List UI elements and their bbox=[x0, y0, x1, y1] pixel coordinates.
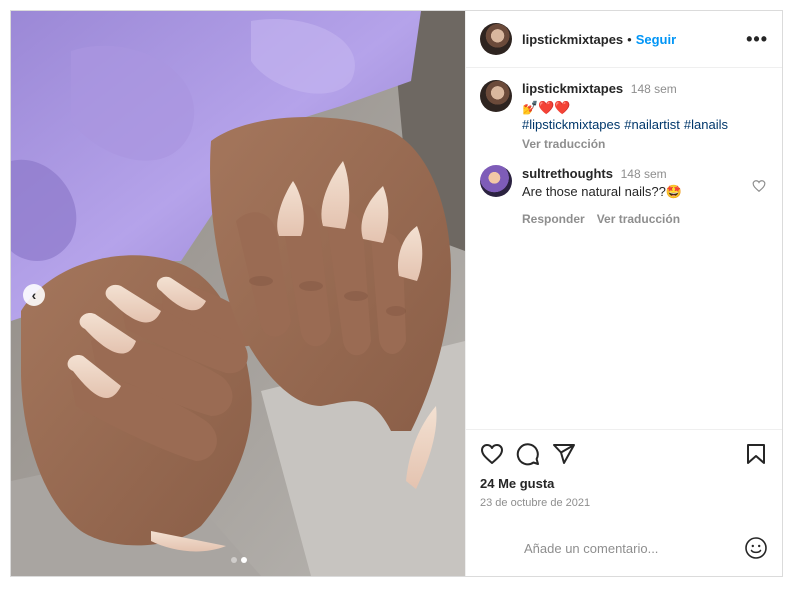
comment-icon[interactable] bbox=[516, 442, 540, 466]
caption-username[interactable]: lipstickmixtapes bbox=[522, 81, 623, 96]
smiley-icon[interactable] bbox=[744, 536, 768, 560]
instagram-post: ‹ lipstickmixtapes • Seguir ••• lipstick… bbox=[10, 10, 783, 577]
carousel-dot-active bbox=[241, 557, 247, 563]
caption-meta: Ver traducción bbox=[522, 137, 762, 151]
carousel-indicator bbox=[231, 557, 247, 563]
comment-meta: Responder Ver traducción bbox=[522, 212, 762, 226]
see-translation-button[interactable]: Ver traducción bbox=[597, 212, 680, 226]
avatar[interactable] bbox=[480, 23, 512, 55]
carousel-prev-button[interactable]: ‹ bbox=[23, 284, 45, 306]
avatar[interactable] bbox=[480, 80, 512, 112]
add-comment-input[interactable] bbox=[524, 540, 724, 556]
paper-plane-icon[interactable] bbox=[552, 442, 576, 466]
more-options-icon[interactable]: ••• bbox=[746, 29, 768, 50]
post-actions-section: 24 Me gusta 23 de octubre de 2021 bbox=[466, 429, 782, 509]
carousel-dot bbox=[231, 557, 237, 563]
comment-like-heart-icon[interactable] bbox=[752, 179, 766, 193]
header-username[interactable]: lipstickmixtapes bbox=[522, 32, 623, 47]
photo-hands-nails bbox=[11, 11, 465, 576]
caption-time[interactable]: 148 sem bbox=[631, 82, 677, 96]
likes-count[interactable]: 24 Me gusta bbox=[466, 472, 782, 491]
bookmark-icon[interactable] bbox=[744, 442, 768, 466]
hashtag-link[interactable]: #lipstickmixtapes bbox=[522, 117, 620, 132]
post-photo[interactable]: ‹ bbox=[11, 11, 465, 576]
see-translation-button[interactable]: Ver traducción bbox=[522, 137, 605, 151]
comment-username[interactable]: sultrethoughts bbox=[522, 166, 613, 181]
caption-hashtags: #lipstickmixtapes #nailartist #lanails bbox=[522, 116, 762, 133]
add-comment-bar bbox=[466, 520, 782, 576]
comment-body: sultrethoughts 148 sem Are those natural… bbox=[522, 165, 762, 226]
hashtag-link[interactable]: #lanails bbox=[684, 117, 728, 132]
comment-text: Are those natural nails??🤩 bbox=[522, 184, 682, 199]
caption-body: lipstickmixtapes 148 sem 💅❤️❤️ #lipstick… bbox=[522, 80, 762, 151]
caption-header: lipstickmixtapes 148 sem bbox=[522, 80, 762, 98]
header-separator: • bbox=[627, 31, 632, 47]
comments-list: lipstickmixtapes 148 sem 💅❤️❤️ #lipstick… bbox=[466, 68, 782, 226]
comment-time[interactable]: 148 sem bbox=[621, 167, 667, 181]
action-bar bbox=[466, 430, 782, 472]
comment: sultrethoughts 148 sem Are those natural… bbox=[480, 165, 768, 226]
caption: lipstickmixtapes 148 sem 💅❤️❤️ #lipstick… bbox=[480, 80, 768, 151]
post-side-panel: lipstickmixtapes • Seguir ••• lipstickmi… bbox=[465, 11, 782, 576]
caption-emoji: 💅❤️❤️ bbox=[522, 100, 571, 115]
avatar[interactable] bbox=[480, 165, 512, 197]
hashtag-link[interactable]: #nailartist bbox=[624, 117, 680, 132]
chevron-left-icon: ‹ bbox=[31, 287, 37, 303]
comment-header: sultrethoughts 148 sem bbox=[522, 165, 762, 183]
heart-icon[interactable] bbox=[480, 442, 504, 466]
reply-button[interactable]: Responder bbox=[522, 212, 585, 226]
post-date[interactable]: 23 de octubre de 2021 bbox=[466, 491, 782, 509]
post-header: lipstickmixtapes • Seguir ••• bbox=[466, 11, 782, 68]
follow-button[interactable]: Seguir bbox=[636, 32, 676, 47]
